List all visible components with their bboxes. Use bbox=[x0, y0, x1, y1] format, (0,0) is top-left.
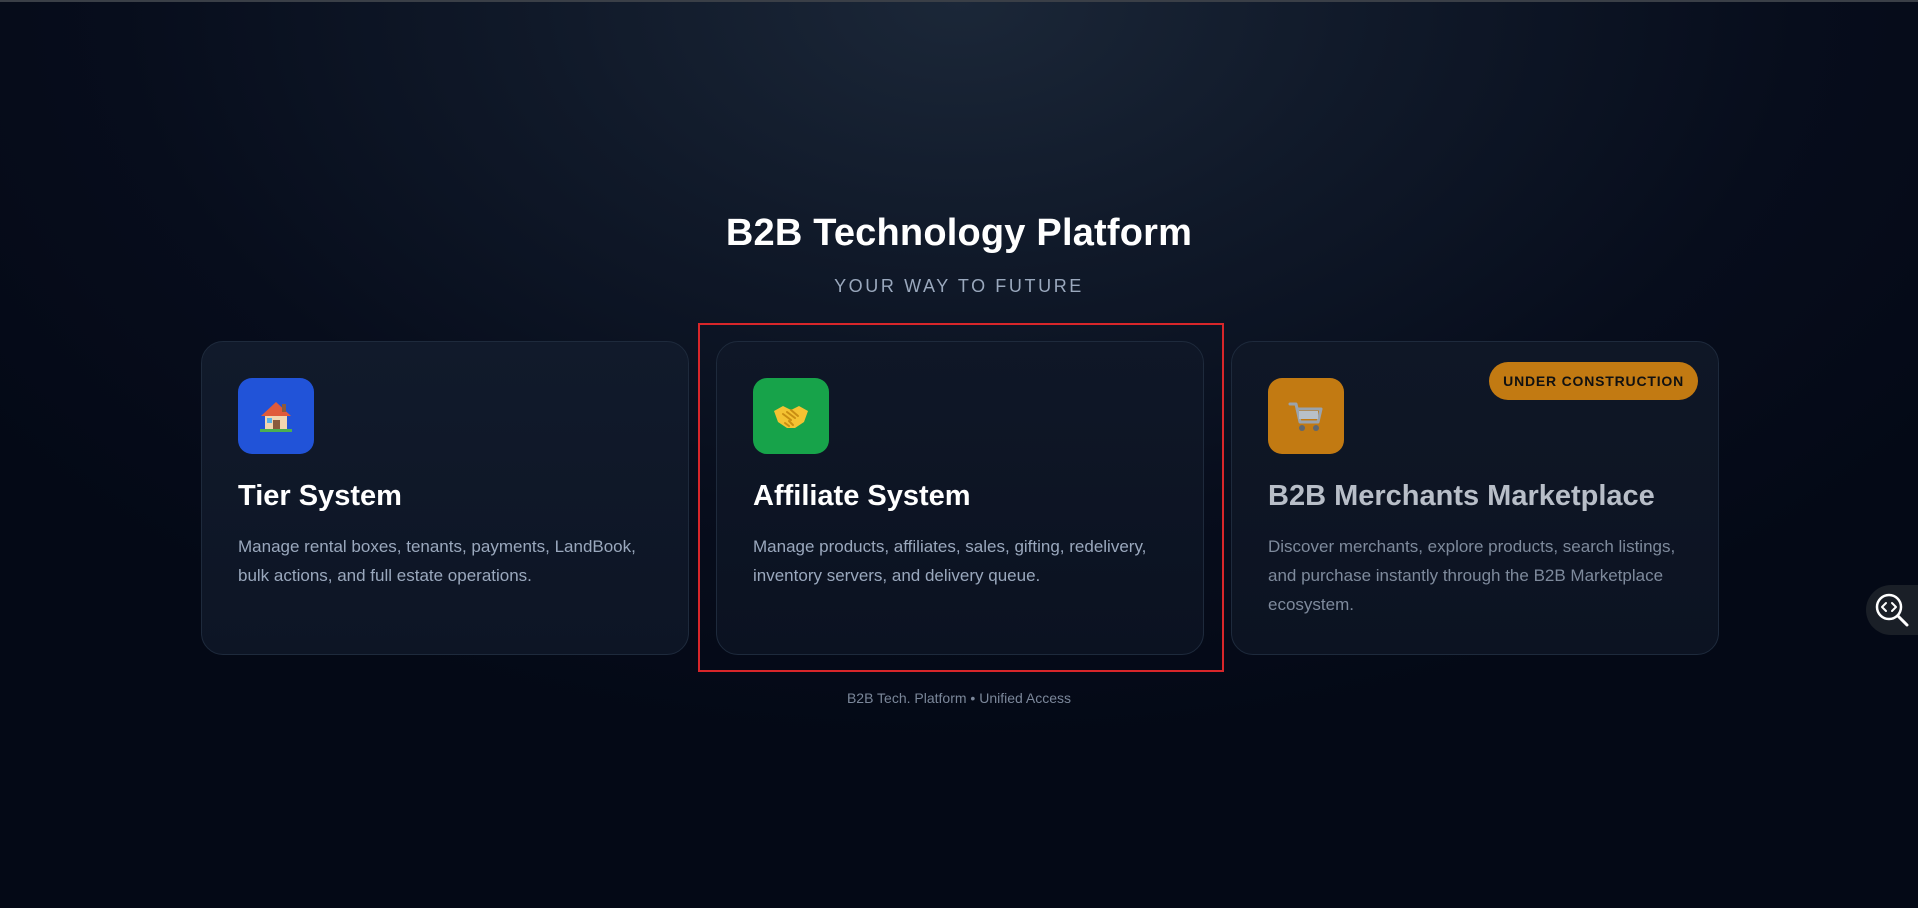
shopping-cart-icon bbox=[1268, 378, 1344, 454]
footer-text: B2B Tech. Platform • Unified Access bbox=[846, 690, 1072, 706]
code-search-icon[interactable] bbox=[1866, 585, 1918, 635]
page-subtitle: YOUR WAY TO FUTURE bbox=[834, 276, 1084, 296]
card-description: Discover merchants, explore products, se… bbox=[1268, 537, 1676, 614]
card-description: Manage products, affiliates, sales, gift… bbox=[753, 537, 1147, 585]
page-title: B2B Technology Platform bbox=[725, 212, 1193, 254]
house-icon bbox=[238, 378, 314, 454]
card-tier-system[interactable]: Tier System Manage rental boxes, tenants… bbox=[201, 341, 689, 655]
card-title: B2B Merchants Marketplace bbox=[1268, 480, 1655, 512]
card-title: Affiliate System bbox=[753, 480, 971, 512]
handshake-icon bbox=[753, 378, 829, 454]
card-description: Manage rental boxes, tenants, payments, … bbox=[238, 537, 636, 585]
card-title: Tier System bbox=[238, 480, 402, 512]
card-affiliate-system[interactable]: Affiliate System Manage products, affili… bbox=[716, 341, 1204, 655]
card-b2b-merchants-marketplace[interactable]: UNDER CONSTRUCTION B2B Merchants Marketp… bbox=[1231, 341, 1719, 655]
top-border bbox=[0, 0, 1918, 2]
under-construction-badge: UNDER CONSTRUCTION bbox=[1489, 362, 1698, 400]
